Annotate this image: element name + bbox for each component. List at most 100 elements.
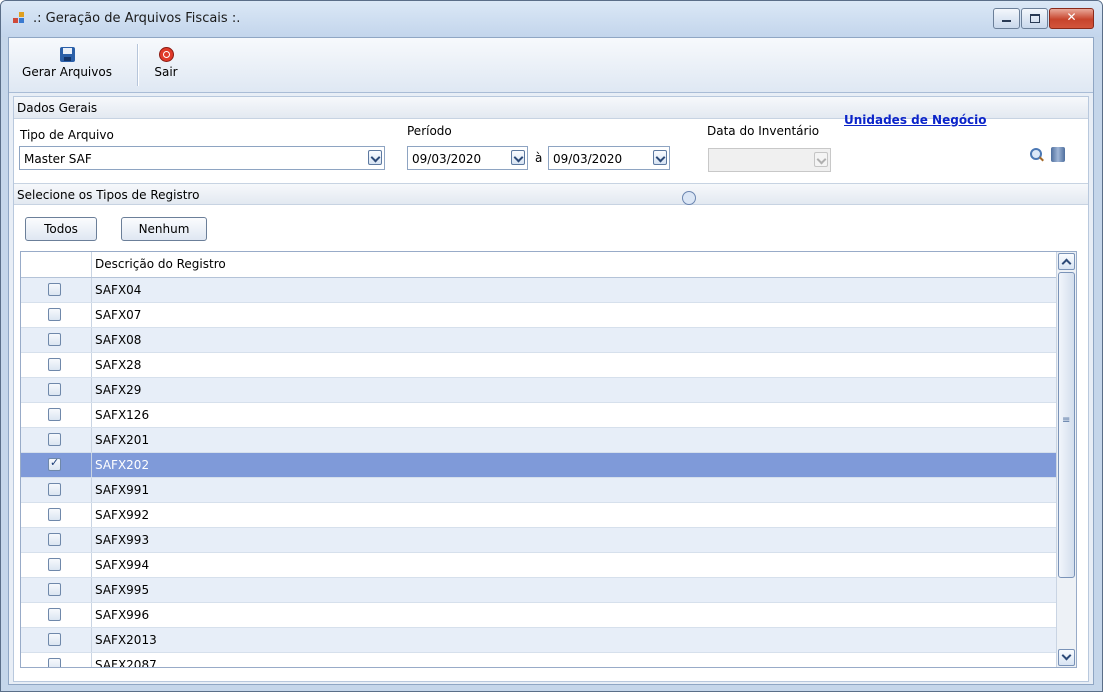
row-checkbox[interactable] <box>48 558 61 571</box>
chevron-down-icon[interactable] <box>653 150 667 165</box>
table-row[interactable]: SAFX202 <box>21 453 1057 478</box>
row-checkbox[interactable] <box>48 358 61 371</box>
register-description: SAFX994 <box>95 558 150 572</box>
chevron-down-icon <box>814 152 828 167</box>
calendar-icon[interactable] <box>682 191 696 205</box>
table-row[interactable]: SAFX994 <box>21 553 1057 578</box>
save-disk-icon <box>59 47 75 62</box>
generate-files-button[interactable]: Gerar Arquivos <box>11 42 123 79</box>
row-checkbox[interactable] <box>48 583 61 596</box>
register-description: SAFX996 <box>95 608 150 622</box>
checkbox-cell <box>21 628 92 652</box>
table-row[interactable]: SAFX29 <box>21 378 1057 403</box>
scroll-down-button[interactable] <box>1058 649 1075 666</box>
checkbox-cell <box>21 603 92 627</box>
checkbox-cell <box>21 503 92 527</box>
file-type-label: Tipo de Arquivo <box>20 128 114 142</box>
chevron-down-icon[interactable] <box>511 150 525 165</box>
registers-section-header: Selecione os Tipos de Registro <box>14 183 1088 205</box>
period-end-date[interactable]: 09/03/2020 <box>548 146 670 170</box>
period-label: Período <box>407 124 452 138</box>
maximize-button[interactable] <box>1021 8 1048 29</box>
window-controls <box>992 8 1094 30</box>
checkbox-cell <box>21 553 92 577</box>
business-units-link[interactable]: Unidades de Negócio <box>844 113 987 127</box>
register-description: SAFX202 <box>95 458 150 472</box>
chevron-down-icon[interactable] <box>368 150 382 165</box>
register-description: SAFX992 <box>95 508 150 522</box>
close-button[interactable] <box>1049 8 1094 29</box>
description-column-header[interactable]: Descrição do Registro <box>95 257 226 271</box>
table-row[interactable]: SAFX995 <box>21 578 1057 603</box>
toolbar-separator <box>137 44 139 86</box>
scroll-thumb[interactable] <box>1058 272 1075 578</box>
table-row[interactable]: SAFX991 <box>21 478 1057 503</box>
register-description: SAFX995 <box>95 583 150 597</box>
checkbox-cell <box>21 353 92 377</box>
register-description: SAFX201 <box>95 433 150 447</box>
checkbox-cell <box>21 403 92 427</box>
row-checkbox[interactable] <box>48 508 61 521</box>
register-description: SAFX08 <box>95 333 142 347</box>
row-checkbox[interactable] <box>48 483 61 496</box>
row-checkbox[interactable] <box>48 433 61 446</box>
table-row[interactable]: SAFX993 <box>21 528 1057 553</box>
row-checkbox[interactable] <box>48 408 61 421</box>
table-row[interactable]: SAFX28 <box>21 353 1057 378</box>
exit-label: Sair <box>154 65 178 79</box>
row-checkbox[interactable] <box>48 383 61 396</box>
checkbox-cell <box>21 528 92 552</box>
title-bar[interactable]: .: Geração de Arquivos Fiscais :. <box>1 1 1102 37</box>
minimize-button[interactable] <box>993 8 1020 29</box>
toolbar: Gerar Arquivos Sair <box>9 38 1093 93</box>
register-description: SAFX04 <box>95 283 142 297</box>
register-description: SAFX126 <box>95 408 150 422</box>
select-none-button[interactable]: Nenhum <box>121 217 207 241</box>
power-icon <box>158 47 174 62</box>
row-checkbox[interactable] <box>48 333 61 346</box>
register-description: SAFX993 <box>95 533 150 547</box>
checkbox-cell <box>21 653 92 667</box>
table-row[interactable]: SAFX126 <box>21 403 1057 428</box>
table-row[interactable]: SAFX2013 <box>21 628 1057 653</box>
checkbox-cell <box>21 303 92 327</box>
period-separator: à <box>535 151 543 165</box>
period-end-value: 09/03/2020 <box>553 152 623 166</box>
register-description: SAFX2013 <box>95 633 157 647</box>
table-row[interactable]: SAFX2087 <box>21 653 1057 668</box>
table-row[interactable]: SAFX07 <box>21 303 1057 328</box>
register-description: SAFX29 <box>95 383 142 397</box>
checkbox-cell <box>21 328 92 352</box>
table-row[interactable]: SAFX04 <box>21 278 1057 303</box>
table-row[interactable]: SAFX992 <box>21 503 1057 528</box>
window-title: .: Geração de Arquivos Fiscais :. <box>33 11 241 26</box>
inventory-date-select <box>708 148 831 172</box>
checkbox-column-header[interactable] <box>21 252 92 277</box>
main-window: .: Geração de Arquivos Fiscais :. Gerar … <box>0 0 1103 692</box>
file-type-value: Master SAF <box>24 152 92 166</box>
exit-button[interactable]: Sair <box>149 42 183 79</box>
scroll-up-button[interactable] <box>1058 253 1075 270</box>
table-row[interactable]: SAFX201 <box>21 428 1057 453</box>
grid-header: Descrição do Registro <box>21 252 1057 278</box>
checkbox-cell <box>21 378 92 402</box>
row-checkbox[interactable] <box>48 456 61 471</box>
checkbox-cell <box>21 278 92 302</box>
table-row[interactable]: SAFX08 <box>21 328 1057 353</box>
row-checkbox[interactable] <box>48 308 61 321</box>
select-all-button[interactable]: Todos <box>25 217 97 241</box>
row-checkbox[interactable] <box>48 633 61 646</box>
register-description: SAFX2087 <box>95 658 157 668</box>
file-type-select[interactable]: Master SAF <box>19 146 385 170</box>
vertical-scrollbar[interactable] <box>1056 252 1076 667</box>
row-checkbox[interactable] <box>48 283 61 296</box>
binoculars-icon[interactable] <box>1051 147 1065 162</box>
row-checkbox[interactable] <box>48 608 61 621</box>
period-start-date[interactable]: 09/03/2020 <box>407 146 528 170</box>
row-checkbox[interactable] <box>48 658 61 667</box>
row-checkbox[interactable] <box>48 533 61 546</box>
search-icon[interactable] <box>1030 148 1044 162</box>
generate-files-label: Gerar Arquivos <box>22 65 112 79</box>
table-row[interactable]: SAFX996 <box>21 603 1057 628</box>
checkbox-cell <box>21 578 92 602</box>
